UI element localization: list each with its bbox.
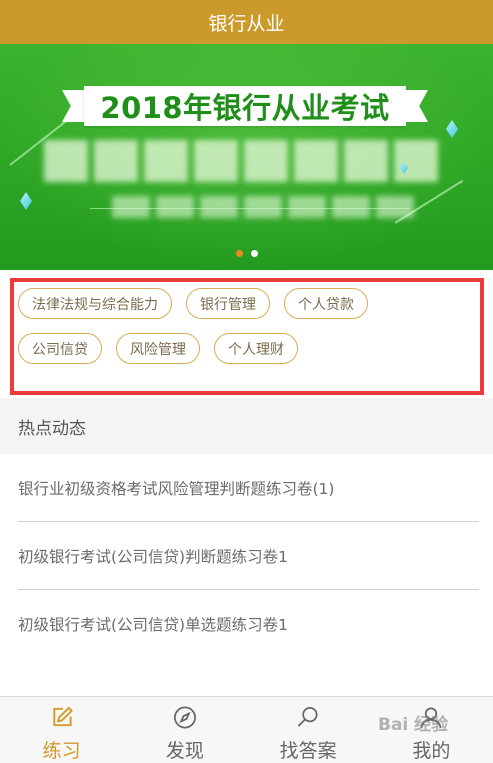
tag-corporate-credit[interactable]: 公司信贷 bbox=[18, 333, 102, 364]
tag-row: 公司信贷 风险管理 个人理财 bbox=[18, 333, 476, 364]
hot-news-title: 热点动态 bbox=[18, 418, 86, 439]
promo-banner[interactable]: 2018年银行从业考试 bbox=[0, 44, 493, 270]
tag-bank-management[interactable]: 银行管理 bbox=[186, 288, 270, 319]
compass-icon bbox=[173, 706, 196, 729]
carousel-dot-active[interactable] bbox=[235, 250, 243, 257]
carousel-indicator bbox=[0, 250, 493, 257]
hot-news-list: 银行业初级资格考试风险管理判断题练习卷(1) 初级银行考试(公司信贷)判断题练习… bbox=[0, 454, 493, 658]
list-item[interactable]: 初级银行考试(公司信贷)判断题练习卷1 bbox=[18, 522, 479, 590]
list-item[interactable]: 初级银行考试(公司信贷)单选题练习卷1 bbox=[18, 590, 479, 658]
nav-label: 发现 bbox=[165, 740, 204, 762]
search-icon bbox=[297, 707, 318, 727]
list-item[interactable]: 银行业初级资格考试风险管理判断题练习卷(1) bbox=[18, 454, 479, 522]
tag-risk-management[interactable]: 风险管理 bbox=[116, 333, 200, 364]
header-title: 银行从业 bbox=[208, 12, 285, 35]
category-tags-highlight: 法律法规与综合能力 银行管理 个人贷款 公司信贷 风险管理 个人理财 bbox=[10, 278, 484, 395]
nav-find-answers[interactable]: 找答案 bbox=[247, 697, 370, 763]
tag-row: 法律法规与综合能力 银行管理 个人贷款 bbox=[18, 288, 476, 319]
carousel-dot[interactable] bbox=[250, 250, 258, 257]
banner-title: 2018年银行从业考试 bbox=[84, 86, 406, 126]
tag-personal-loans[interactable]: 个人贷款 bbox=[284, 288, 368, 319]
nav-label: 找答案 bbox=[279, 740, 337, 762]
nav-label: 我的 bbox=[412, 740, 451, 762]
banner-blurred-headline bbox=[44, 140, 438, 182]
nav-label: 练习 bbox=[42, 740, 81, 762]
tag-personal-finance[interactable]: 个人理财 bbox=[214, 333, 298, 364]
nav-discover[interactable]: 发现 bbox=[123, 697, 246, 763]
nav-practice[interactable]: 练习 bbox=[0, 697, 123, 763]
tag-law-regulations[interactable]: 法律法规与综合能力 bbox=[18, 288, 172, 319]
category-tags: 法律法规与综合能力 银行管理 个人贷款 公司信贷 风险管理 个人理财 bbox=[18, 288, 476, 378]
edit-icon bbox=[52, 706, 73, 727]
hot-news-header: 热点动态 bbox=[0, 398, 493, 454]
app-header: 银行从业 bbox=[0, 0, 493, 44]
banner-blurred-subline bbox=[112, 196, 414, 218]
app-screen: 银行从业 2018年银行从业考试 法律法规与综合能力 银行管理 个人贷款 公司信… bbox=[0, 0, 493, 763]
baidu-watermark: Bai 经验 bbox=[378, 715, 449, 735]
